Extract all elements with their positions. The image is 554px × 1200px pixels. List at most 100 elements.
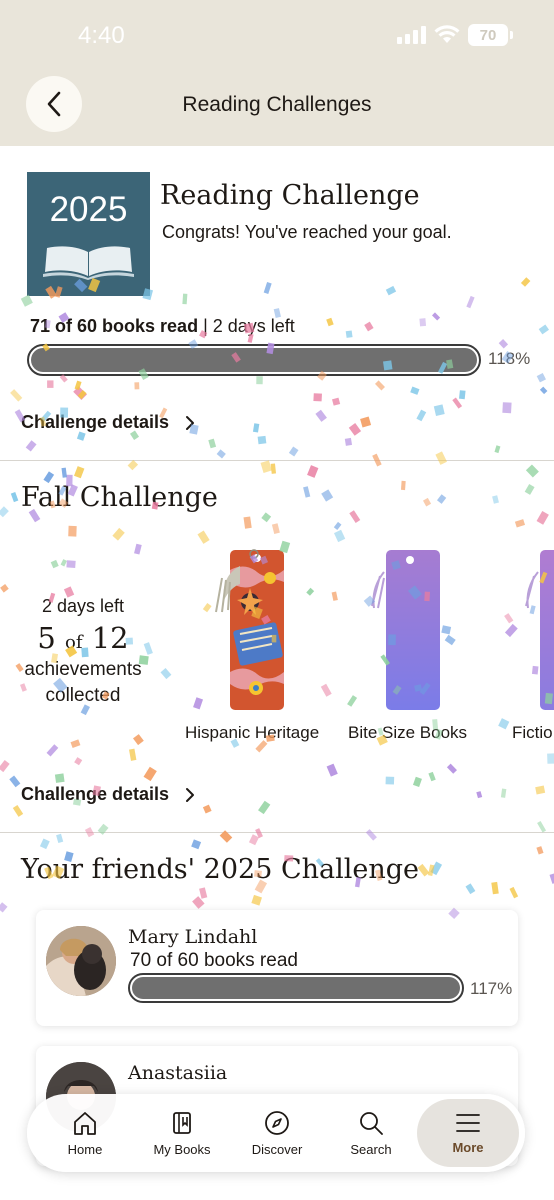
confetti-piece [263, 282, 272, 294]
tab-my-books[interactable]: My Books [141, 1094, 223, 1172]
hispanic-heritage-bookmark[interactable] [210, 542, 290, 714]
details-label: Challenge details [21, 784, 170, 804]
bite-size-books-bookmark[interactable] [366, 542, 446, 714]
congrats-message: Congrats! You've reached your goal. [162, 222, 452, 242]
confetti-piece [0, 506, 9, 518]
fall-challenge-summary: 2 days left 5 of 12 achievements collect… [14, 596, 152, 709]
chevron-right-icon [186, 787, 195, 802]
confetti-piece [348, 423, 362, 436]
confetti-piece [46, 744, 59, 757]
tab-label: Home [67, 1141, 103, 1157]
challenge-cover-image[interactable]: 2025 [27, 172, 150, 296]
confetti-piece [433, 404, 445, 417]
fiction-bookmark[interactable] [520, 542, 554, 714]
friend-books-read: 70 of 60 books read [130, 950, 298, 971]
confetti-piece [20, 294, 33, 307]
reading-progress-bar [27, 344, 481, 376]
signal-icon [397, 26, 426, 44]
confetti-piece [127, 459, 139, 471]
confetti-piece [344, 437, 353, 446]
confetti-piece [47, 380, 54, 388]
confetti-piece [258, 800, 271, 815]
confetti-piece [129, 748, 137, 761]
confetti-piece [345, 330, 353, 338]
compass-icon [265, 1110, 289, 1135]
confetti-piece [303, 486, 311, 498]
fall-challenge-details-link[interactable]: Challenge details [21, 784, 195, 805]
confetti-piece [491, 881, 499, 895]
books-icon [173, 1111, 191, 1134]
bookmark-label: Bite Size Books [348, 723, 468, 742]
confetti-piece [410, 386, 420, 395]
tab-label: Search [350, 1141, 392, 1157]
confetti-piece [208, 438, 217, 449]
confetti-piece [498, 339, 509, 349]
confetti-piece [143, 766, 157, 782]
confetti-piece [349, 510, 361, 524]
confetti-piece [333, 521, 342, 530]
confetti-piece [520, 277, 531, 287]
achievements-count: 5 of 12 [14, 621, 152, 655]
confetti-piece [68, 525, 77, 537]
tab-discover[interactable]: Discover [239, 1094, 315, 1172]
confetti-piece [248, 834, 260, 846]
confetti-piece [255, 828, 263, 839]
confetti-piece [435, 451, 448, 465]
confetti-piece [199, 887, 208, 899]
confetti-piece [50, 559, 59, 569]
confetti-piece [334, 529, 346, 543]
confetti-piece [416, 409, 427, 422]
section-divider [0, 460, 554, 461]
confetti-piece [321, 489, 334, 502]
tab-home[interactable]: Home [47, 1094, 123, 1172]
tab-more[interactable]: More [417, 1099, 519, 1167]
confetti-piece [509, 886, 519, 899]
reading-challenge-details-link[interactable]: Challenge details [21, 412, 195, 433]
confetti-piece [74, 466, 85, 479]
confetti-piece [492, 495, 499, 504]
confetti-piece [419, 318, 427, 327]
chevron-right-icon [186, 415, 195, 430]
confetti-piece [70, 739, 81, 749]
confetti-piece [261, 512, 272, 523]
confetti-piece [385, 285, 397, 296]
confetti-piece [306, 587, 315, 596]
confetti-piece [504, 623, 518, 638]
confetti-piece [525, 464, 539, 478]
confetti-piece [182, 293, 188, 305]
confetti-piece [331, 591, 338, 601]
confetti-piece [436, 494, 447, 504]
menu-icon [456, 1113, 480, 1132]
confetti-piece [385, 776, 395, 785]
confetti-piece [375, 380, 385, 391]
achievements-collected-number: 5 [37, 621, 56, 655]
confetti-piece [193, 697, 204, 710]
friend-card[interactable]: Mary Lindahl 70 of 60 books read 117% [36, 910, 518, 1026]
reading-challenge-title: Reading Challenge [160, 180, 420, 211]
confetti-piece [536, 373, 546, 383]
confetti-piece [444, 634, 456, 646]
confetti-piece [243, 516, 252, 529]
confetti-piece [537, 821, 547, 833]
days-left-text: | 2 days left [198, 316, 295, 336]
friends-challenge-title: Your friends' 2025 Challenge [21, 854, 419, 885]
friend-progress-percent: 117% [470, 979, 513, 998]
confetti-piece [25, 440, 37, 452]
collected-label: collected [45, 685, 121, 706]
confetti-piece [257, 435, 267, 445]
confetti-piece [0, 760, 10, 773]
status-time: 4:40 [78, 22, 125, 49]
confetti-piece [134, 382, 140, 390]
confetti-piece [500, 788, 507, 798]
confetti-piece [360, 416, 372, 428]
confetti-piece [112, 527, 125, 541]
achievements-of: of [65, 632, 83, 653]
confetti-piece [73, 386, 87, 401]
confetti-piece [538, 324, 550, 335]
open-book-icon [43, 246, 134, 280]
confetti-piece [514, 519, 526, 528]
section-divider [0, 832, 554, 833]
tab-search[interactable]: Search [333, 1094, 409, 1172]
avatar [46, 926, 116, 996]
confetti-piece [256, 376, 263, 385]
